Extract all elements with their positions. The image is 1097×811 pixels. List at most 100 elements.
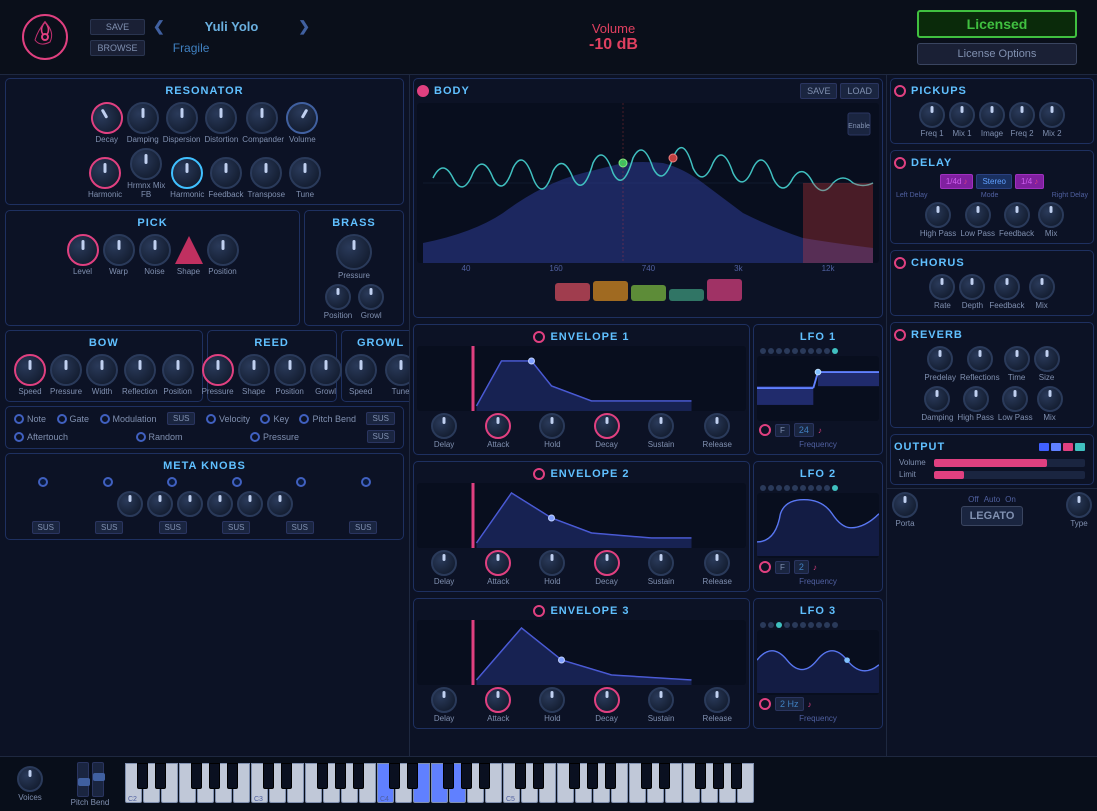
reverb-highpass-knob[interactable] <box>963 386 989 412</box>
meta-knob-4-dial[interactable] <box>207 491 233 517</box>
black-key[interactable] <box>641 763 652 789</box>
meta-ind-2[interactable] <box>103 477 113 487</box>
meta-ind-6[interactable] <box>361 477 371 487</box>
pickups-mix1-knob[interactable] <box>949 102 975 128</box>
black-key[interactable] <box>515 763 526 789</box>
body-load-button[interactable]: LOAD <box>840 83 879 99</box>
meta-ind-5[interactable] <box>296 477 306 487</box>
env1-sustain-knob[interactable] <box>648 413 674 439</box>
black-key[interactable] <box>389 763 400 789</box>
env3-hold-knob[interactable] <box>539 687 565 713</box>
reed-growl-knob[interactable] <box>310 354 342 386</box>
licensed-button[interactable]: Licensed <box>917 10 1077 38</box>
bow-reflection-knob[interactable] <box>124 354 156 386</box>
env3-release-knob[interactable] <box>704 687 730 713</box>
meta-sus-2[interactable]: SUS <box>95 521 123 534</box>
browse-button[interactable]: BROWSE <box>90 40 145 56</box>
keyboard-area[interactable]: C2C3C4C5 <box>125 763 1092 805</box>
pitchbend-indicator[interactable] <box>299 414 309 424</box>
meta-sus-6[interactable]: SUS <box>349 521 377 534</box>
meta-sus-5[interactable]: SUS <box>286 521 314 534</box>
black-key[interactable] <box>587 763 598 789</box>
dispersion-knob[interactable] <box>166 102 198 134</box>
pitch-bend-slider-1[interactable] <box>77 762 89 797</box>
warp-knob[interactable] <box>103 234 135 266</box>
env2-hold-knob[interactable] <box>539 550 565 576</box>
harmonic2-knob[interactable] <box>171 157 203 189</box>
bow-width-knob[interactable] <box>86 354 118 386</box>
delay-highpass-knob[interactable] <box>925 202 951 228</box>
env2-attack-knob[interactable] <box>485 550 511 576</box>
hrmnx-mix-fb-knob[interactable] <box>130 148 162 180</box>
reverb-reflections-knob[interactable] <box>967 346 993 372</box>
pickups-freq2-knob[interactable] <box>1009 102 1035 128</box>
delay-mix-knob[interactable] <box>1038 202 1064 228</box>
license-options-button[interactable]: License Options <box>917 43 1077 65</box>
reed-position-knob[interactable] <box>274 354 306 386</box>
delay-feedback-knob[interactable] <box>1004 202 1030 228</box>
reverb-size-knob[interactable] <box>1034 346 1060 372</box>
black-key[interactable] <box>533 763 544 789</box>
pick-level-knob[interactable] <box>67 234 99 266</box>
reverb-lowpass-knob[interactable] <box>1002 386 1028 412</box>
black-key[interactable] <box>227 763 238 789</box>
key-indicator[interactable] <box>260 414 270 424</box>
env1-attack-knob[interactable] <box>485 413 511 439</box>
lfo2-type-button[interactable]: F <box>775 561 790 574</box>
env2-delay-knob[interactable] <box>431 550 457 576</box>
env2-decay-knob[interactable] <box>594 550 620 576</box>
pickups-mix2-knob[interactable] <box>1039 102 1065 128</box>
save-button[interactable]: SAVE <box>90 19 145 35</box>
damping-knob[interactable] <box>127 102 159 134</box>
black-key[interactable] <box>353 763 364 789</box>
brass-position-knob[interactable] <box>325 284 351 310</box>
right-delay-button[interactable]: 1/4 ♪ <box>1015 174 1044 189</box>
env2-release-knob[interactable] <box>704 550 730 576</box>
chorus-mix-knob[interactable] <box>1029 274 1055 300</box>
reed-pressure-knob[interactable] <box>202 354 234 386</box>
note-indicator[interactable] <box>14 414 24 424</box>
black-key[interactable] <box>713 763 724 789</box>
black-key[interactable] <box>209 763 220 789</box>
env3-power-button[interactable] <box>533 605 545 617</box>
porta-knob[interactable] <box>892 492 918 518</box>
volume-value[interactable]: -10 dB <box>589 36 638 54</box>
res-volume-knob[interactable] <box>280 96 324 140</box>
black-key[interactable] <box>263 763 274 789</box>
reverb-damping-knob[interactable] <box>924 386 950 412</box>
env3-delay-knob[interactable] <box>431 687 457 713</box>
lfo3-power-button[interactable] <box>759 698 771 710</box>
black-key[interactable] <box>731 763 742 789</box>
brass-growl-knob[interactable] <box>358 284 384 310</box>
env3-sustain-knob[interactable] <box>648 687 674 713</box>
lfo1-power-button[interactable] <box>759 424 771 436</box>
black-key[interactable] <box>479 763 490 789</box>
delay-lowpass-knob[interactable] <box>965 202 991 228</box>
reverb-predelay-knob[interactable] <box>927 346 953 372</box>
meta-knob-3-dial[interactable] <box>177 491 203 517</box>
env1-release-knob[interactable] <box>704 413 730 439</box>
chorus-rate-knob[interactable] <box>929 274 955 300</box>
body-save-button[interactable]: SAVE <box>800 83 837 99</box>
growl-tune-knob[interactable] <box>385 354 410 386</box>
reverb-time-knob[interactable] <box>1004 346 1030 372</box>
black-key[interactable] <box>335 763 346 789</box>
pickups-power-button[interactable] <box>894 85 906 97</box>
black-key[interactable] <box>659 763 670 789</box>
meta-ind-1[interactable] <box>38 477 48 487</box>
velocity-indicator[interactable] <box>206 414 216 424</box>
bow-pressure-knob[interactable] <box>50 354 82 386</box>
pitch-bend-slider-2[interactable] <box>92 762 104 797</box>
black-key[interactable] <box>443 763 454 789</box>
lfo2-power-button[interactable] <box>759 561 771 573</box>
delay-mode-button[interactable]: Stereo <box>976 174 1012 189</box>
meta-knob-1-dial[interactable] <box>117 491 143 517</box>
harmonic-knob[interactable] <box>89 157 121 189</box>
aftertouch-indicator[interactable] <box>14 432 24 442</box>
modulation-indicator[interactable] <box>100 414 110 424</box>
meta-sus-1[interactable]: SUS <box>32 521 60 534</box>
env1-delay-knob[interactable] <box>431 413 457 439</box>
bow-speed-knob[interactable] <box>14 354 46 386</box>
brass-pressure-knob[interactable] <box>336 234 372 270</box>
black-key[interactable] <box>137 763 148 789</box>
